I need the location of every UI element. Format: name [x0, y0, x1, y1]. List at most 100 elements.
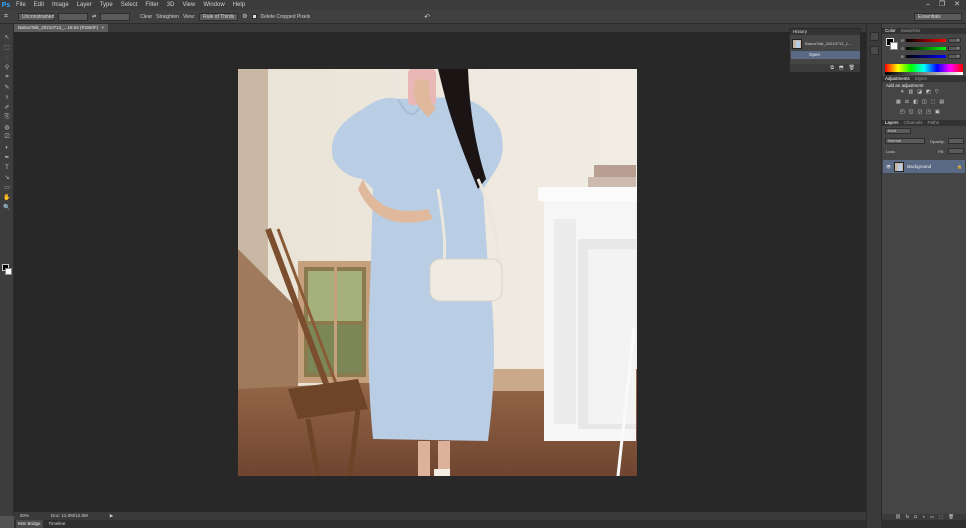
color-lookup-icon[interactable]: ▤ — [939, 99, 944, 105]
tab-timeline[interactable]: Timeline — [49, 520, 66, 528]
channel-mixer-icon[interactable]: ⬚ — [931, 99, 936, 105]
path-select-tool-icon[interactable]: ↘ — [3, 174, 11, 181]
layer-filter-kind[interactable]: Kind — [885, 128, 911, 134]
curves-icon[interactable]: ◪ — [917, 89, 922, 95]
width-field[interactable] — [58, 12, 88, 21]
black-white-icon[interactable]: ◧ — [913, 99, 918, 105]
menu-window[interactable]: Window — [199, 0, 228, 10]
properties-dock-icon[interactable] — [870, 46, 879, 55]
color-background-swatch[interactable] — [890, 42, 898, 50]
hand-tool-icon[interactable]: ✋ — [3, 194, 11, 201]
close-tab-icon[interactable]: × — [101, 24, 104, 32]
hue-saturation-icon[interactable]: ▦ — [896, 99, 901, 105]
slider-b-track[interactable] — [905, 54, 946, 58]
history-dock-icon[interactable] — [870, 32, 879, 41]
menu-edit[interactable]: Edit — [30, 0, 48, 10]
straighten-button[interactable]: Straighten — [156, 14, 179, 20]
layer-style-icon[interactable]: fx — [906, 514, 910, 520]
new-document-icon[interactable]: ⧉ — [830, 64, 834, 72]
new-adjustment-icon[interactable]: ◑ — [922, 514, 925, 520]
delete-state-icon[interactable]: 🗑 — [849, 64, 855, 72]
slider-b-value[interactable]: 0 — [947, 53, 961, 59]
document-tab[interactable]: BabosTalk_20210712_...18:04 (RGB/8*) × — [14, 24, 108, 32]
history-panel-title[interactable]: History — [790, 29, 860, 35]
tab-mini-bridge[interactable]: Mini Bridge — [16, 520, 43, 528]
tab-color[interactable]: Color — [885, 28, 896, 34]
delete-layer-icon[interactable]: 🗑 — [948, 514, 954, 520]
slider-r-value[interactable]: 0 — [947, 37, 961, 43]
tab-styles[interactable]: Styles — [915, 76, 927, 82]
move-tool-icon[interactable]: ↖ — [3, 34, 11, 41]
exposure-icon[interactable]: ◩ — [926, 89, 931, 95]
marquee-tool-icon[interactable]: ⬚ — [3, 44, 11, 51]
new-group-icon[interactable]: ▭ — [930, 514, 934, 520]
background-color-swatch[interactable] — [5, 268, 12, 275]
brush-tool-icon[interactable]: ✐ — [3, 104, 11, 111]
document-image[interactable] — [238, 69, 637, 476]
tab-paths[interactable]: Paths — [928, 120, 940, 126]
tab-swatches[interactable]: Swatches — [901, 28, 921, 34]
crop-tool-icon[interactable]: ⌗ — [3, 74, 11, 81]
eraser-tool-icon[interactable]: ⎚ — [3, 134, 11, 141]
lasso-tool-icon[interactable]: ◌ — [3, 54, 11, 61]
workspace-select[interactable]: Essentials — [914, 13, 962, 21]
vibrance-icon[interactable]: ▽ — [935, 89, 939, 95]
type-tool-icon[interactable]: T — [3, 164, 11, 171]
stamp-tool-icon[interactable]: ⎘ — [3, 114, 11, 121]
menu-help[interactable]: Help — [229, 0, 249, 10]
grayscale-ramp[interactable] — [885, 72, 963, 75]
height-field[interactable] — [100, 12, 131, 21]
color-slider-b[interactable]: B 0 — [901, 53, 961, 59]
brightness-icon[interactable]: ☀ — [900, 89, 904, 95]
new-layer-icon[interactable]: ⬚ — [939, 514, 943, 520]
photo-filter-icon[interactable]: ◫ — [922, 99, 927, 105]
healing-tool-icon[interactable]: ⚕ — [3, 94, 11, 101]
gradient-map-icon[interactable]: ◳ — [926, 109, 931, 115]
zoom-level[interactable]: 50% — [20, 512, 29, 520]
gradient-tool-icon[interactable]: ◐ — [3, 144, 11, 151]
status-menu-arrow[interactable]: ▶ — [110, 512, 113, 520]
gear-icon[interactable]: ⚙ — [242, 13, 247, 20]
history-brush-tool-icon[interactable]: ◍ — [3, 124, 11, 131]
eyedropper-tool-icon[interactable]: ✎ — [3, 84, 11, 91]
fill-field[interactable] — [948, 148, 964, 154]
menu-layer[interactable]: Layer — [73, 0, 96, 10]
color-balance-icon[interactable]: ⚖ — [905, 99, 909, 105]
link-layers-icon[interactable]: ⛓ — [895, 514, 901, 520]
new-snapshot-icon[interactable]: ⬒ — [839, 64, 844, 72]
color-slider-r[interactable]: R 0 — [901, 37, 961, 43]
tab-layers[interactable]: Layers — [885, 120, 899, 126]
clear-button[interactable]: Clear — [140, 14, 152, 20]
reset-icon[interactable]: ↶ — [424, 13, 430, 21]
menu-file[interactable]: File — [12, 0, 30, 10]
threshold-icon[interactable]: ◲ — [917, 109, 922, 115]
history-state-open[interactable]: Open — [791, 51, 860, 59]
swap-icon[interactable]: ⇄ — [92, 14, 96, 20]
menu-filter[interactable]: Filter — [141, 0, 162, 10]
tab-adjustments[interactable]: Adjustments — [885, 76, 910, 82]
layer-mask-icon[interactable]: ◘ — [914, 514, 917, 520]
opacity-field[interactable] — [948, 138, 964, 144]
menu-type[interactable]: Type — [96, 0, 117, 10]
restore-button[interactable]: ❐ — [939, 0, 945, 10]
blend-mode-select[interactable]: Normal — [885, 138, 925, 144]
minimize-button[interactable]: – — [926, 0, 930, 10]
ratio-select[interactable]: Unconstrained — [18, 12, 54, 21]
posterize-icon[interactable]: ◱ — [909, 109, 914, 115]
invert-icon[interactable]: ◰ — [900, 109, 905, 115]
tab-channels[interactable]: Channels — [904, 120, 923, 126]
menu-view[interactable]: View — [178, 0, 199, 10]
delete-cropped-checkbox[interactable] — [251, 14, 257, 19]
slider-g-value[interactable]: 0 — [947, 45, 961, 51]
menu-3d[interactable]: 3D — [163, 0, 179, 10]
history-snapshot[interactable]: BabosTalk_20210712_1... — [792, 38, 860, 49]
layer-name[interactable]: Background — [907, 164, 931, 169]
zoom-tool-icon[interactable]: 🔍 — [3, 204, 11, 211]
slider-r-track[interactable] — [905, 38, 946, 42]
color-spectrum[interactable] — [885, 64, 963, 72]
pen-tool-icon[interactable]: ✒ — [3, 154, 11, 161]
menu-select[interactable]: Select — [117, 0, 142, 10]
levels-icon[interactable]: ▥ — [908, 89, 913, 95]
crop-tool-icon[interactable]: ⌗ — [4, 13, 14, 21]
canvas-area[interactable] — [14, 32, 866, 512]
